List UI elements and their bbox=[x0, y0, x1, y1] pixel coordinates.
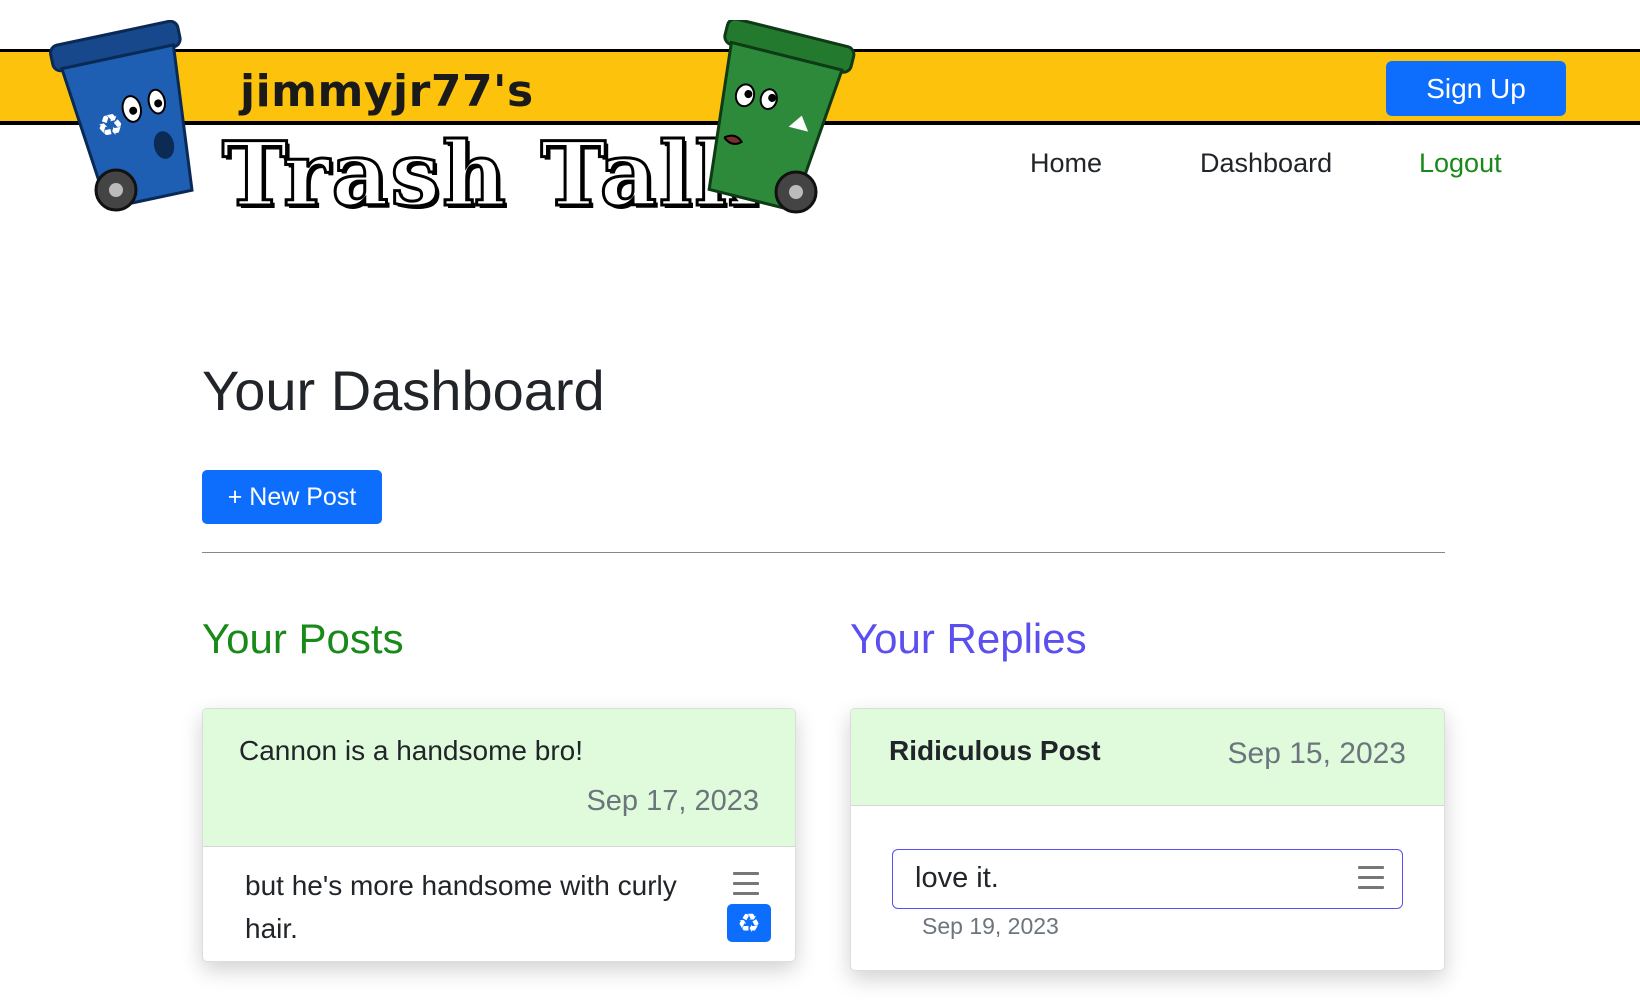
nav-home-link[interactable]: Home bbox=[1030, 148, 1102, 179]
post-body: but he's more handsome with curly hair. bbox=[245, 870, 677, 944]
post-card-header: Cannon is a handsome bro! Sep 17, 2023 bbox=[203, 709, 795, 847]
reply-text: love it. bbox=[915, 862, 999, 894]
section-divider bbox=[202, 552, 1445, 553]
your-replies-heading: Your Replies bbox=[850, 615, 1087, 662]
reply-post-title: Ridiculous Post bbox=[889, 735, 1101, 766]
green-bin-mascot-icon bbox=[707, 20, 856, 214]
blue-bin-mascot-icon: ♻ bbox=[49, 20, 194, 212]
logo-title: Trash Talk bbox=[220, 122, 758, 226]
hamburger-icon[interactable] bbox=[733, 872, 759, 902]
post-card[interactable]: Cannon is a handsome bro! Sep 17, 2023 b… bbox=[202, 708, 796, 962]
reply-comment[interactable]: love it. bbox=[892, 849, 1403, 909]
username-heading: jimmyjr77's bbox=[240, 66, 534, 117]
reply-post-date: Sep 15, 2023 bbox=[1227, 737, 1407, 770]
post-title: Cannon is a handsome bro! bbox=[239, 735, 583, 766]
hamburger-icon[interactable] bbox=[1358, 866, 1384, 896]
reply-date: Sep 19, 2023 bbox=[922, 913, 1059, 939]
reply-card-header: Ridiculous Post Sep 15, 2023 bbox=[851, 709, 1444, 806]
signup-button[interactable]: Sign Up bbox=[1386, 61, 1566, 116]
nav-dashboard-link[interactable]: Dashboard bbox=[1200, 148, 1332, 179]
recycle-icon[interactable]: ♻ bbox=[727, 904, 771, 942]
new-post-button[interactable]: + New Post bbox=[202, 470, 382, 524]
page-title: Your Dashboard bbox=[202, 359, 605, 422]
site-logo[interactable]: ♻ jimmyjr77's Trash Talk bbox=[0, 0, 900, 230]
nav-logout-link[interactable]: Logout bbox=[1419, 148, 1502, 179]
your-posts-heading: Your Posts bbox=[202, 615, 404, 662]
post-date: Sep 17, 2023 bbox=[586, 785, 759, 817]
reply-card[interactable]: Ridiculous Post Sep 15, 2023 love it. Se… bbox=[850, 708, 1445, 971]
